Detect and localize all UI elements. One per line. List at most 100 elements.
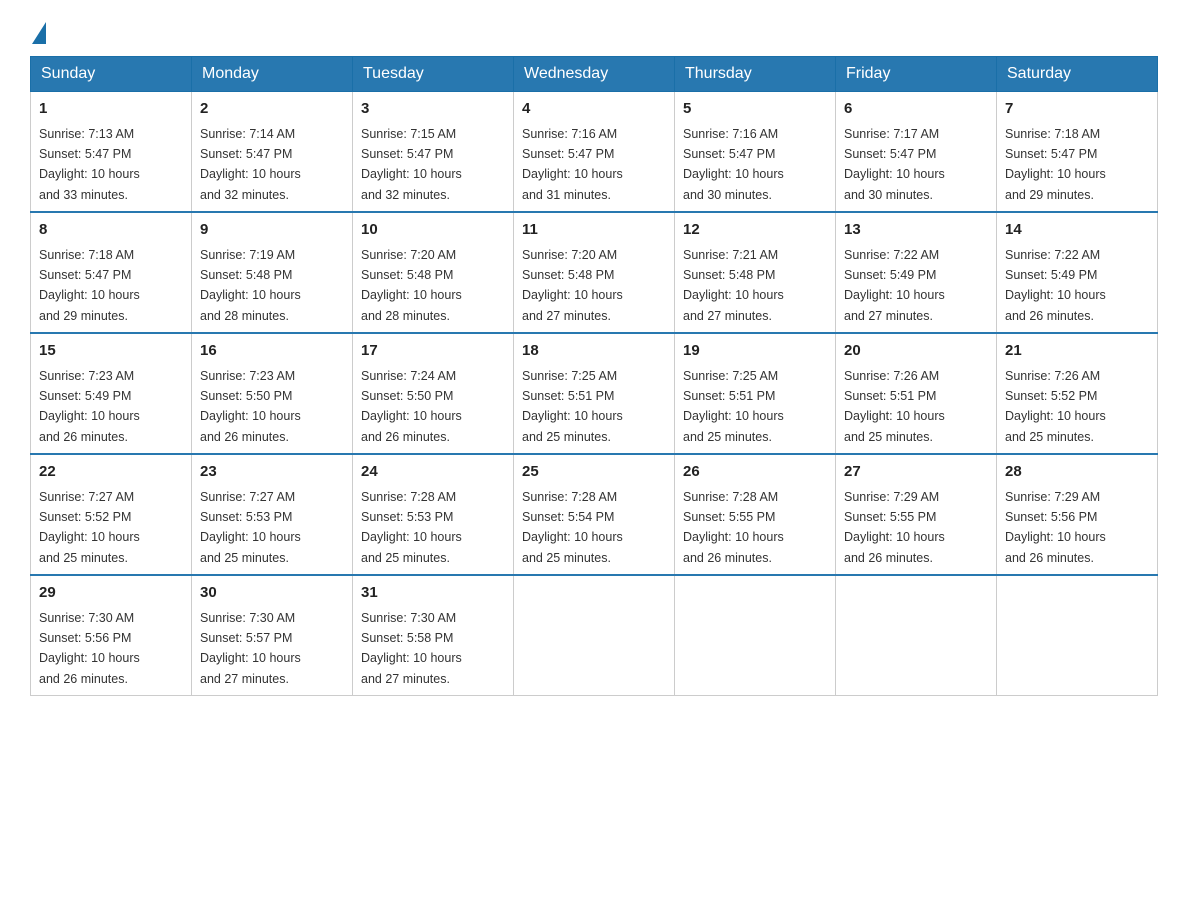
day-info: Sunrise: 7:20 AMSunset: 5:48 PMDaylight:… — [361, 248, 462, 323]
day-number: 27 — [844, 461, 988, 484]
day-number: 24 — [361, 461, 505, 484]
day-info: Sunrise: 7:27 AMSunset: 5:52 PMDaylight:… — [39, 490, 140, 565]
day-number: 14 — [1005, 219, 1149, 242]
calendar-cell: 3 Sunrise: 7:15 AMSunset: 5:47 PMDayligh… — [353, 92, 514, 213]
day-number: 9 — [200, 219, 344, 242]
day-info: Sunrise: 7:23 AMSunset: 5:49 PMDaylight:… — [39, 369, 140, 444]
calendar-cell: 5 Sunrise: 7:16 AMSunset: 5:47 PMDayligh… — [675, 92, 836, 213]
column-header-monday: Monday — [192, 57, 353, 92]
calendar-cell: 13 Sunrise: 7:22 AMSunset: 5:49 PMDaylig… — [836, 212, 997, 333]
column-header-friday: Friday — [836, 57, 997, 92]
calendar-cell: 15 Sunrise: 7:23 AMSunset: 5:49 PMDaylig… — [31, 333, 192, 454]
calendar-cell: 16 Sunrise: 7:23 AMSunset: 5:50 PMDaylig… — [192, 333, 353, 454]
calendar-week-row: 29 Sunrise: 7:30 AMSunset: 5:56 PMDaylig… — [31, 575, 1158, 696]
day-number: 29 — [39, 582, 183, 605]
day-info: Sunrise: 7:24 AMSunset: 5:50 PMDaylight:… — [361, 369, 462, 444]
calendar-cell — [997, 575, 1158, 696]
column-header-wednesday: Wednesday — [514, 57, 675, 92]
day-info: Sunrise: 7:28 AMSunset: 5:54 PMDaylight:… — [522, 490, 623, 565]
day-number: 18 — [522, 340, 666, 363]
calendar-header-row: SundayMondayTuesdayWednesdayThursdayFrid… — [31, 57, 1158, 92]
calendar-week-row: 22 Sunrise: 7:27 AMSunset: 5:52 PMDaylig… — [31, 454, 1158, 575]
day-info: Sunrise: 7:26 AMSunset: 5:51 PMDaylight:… — [844, 369, 945, 444]
calendar-cell: 19 Sunrise: 7:25 AMSunset: 5:51 PMDaylig… — [675, 333, 836, 454]
day-info: Sunrise: 7:25 AMSunset: 5:51 PMDaylight:… — [683, 369, 784, 444]
calendar-cell: 28 Sunrise: 7:29 AMSunset: 5:56 PMDaylig… — [997, 454, 1158, 575]
calendar-cell: 9 Sunrise: 7:19 AMSunset: 5:48 PMDayligh… — [192, 212, 353, 333]
calendar-cell: 25 Sunrise: 7:28 AMSunset: 5:54 PMDaylig… — [514, 454, 675, 575]
day-number: 19 — [683, 340, 827, 363]
day-number: 30 — [200, 582, 344, 605]
day-info: Sunrise: 7:21 AMSunset: 5:48 PMDaylight:… — [683, 248, 784, 323]
day-info: Sunrise: 7:25 AMSunset: 5:51 PMDaylight:… — [522, 369, 623, 444]
day-info: Sunrise: 7:26 AMSunset: 5:52 PMDaylight:… — [1005, 369, 1106, 444]
logo — [30, 20, 46, 40]
calendar-cell: 12 Sunrise: 7:21 AMSunset: 5:48 PMDaylig… — [675, 212, 836, 333]
day-number: 5 — [683, 98, 827, 121]
day-info: Sunrise: 7:30 AMSunset: 5:58 PMDaylight:… — [361, 611, 462, 686]
calendar-week-row: 15 Sunrise: 7:23 AMSunset: 5:49 PMDaylig… — [31, 333, 1158, 454]
day-info: Sunrise: 7:29 AMSunset: 5:55 PMDaylight:… — [844, 490, 945, 565]
day-number: 4 — [522, 98, 666, 121]
day-number: 22 — [39, 461, 183, 484]
day-number: 2 — [200, 98, 344, 121]
calendar-cell: 11 Sunrise: 7:20 AMSunset: 5:48 PMDaylig… — [514, 212, 675, 333]
calendar-cell: 8 Sunrise: 7:18 AMSunset: 5:47 PMDayligh… — [31, 212, 192, 333]
day-info: Sunrise: 7:28 AMSunset: 5:53 PMDaylight:… — [361, 490, 462, 565]
day-info: Sunrise: 7:22 AMSunset: 5:49 PMDaylight:… — [844, 248, 945, 323]
column-header-saturday: Saturday — [997, 57, 1158, 92]
calendar-cell: 30 Sunrise: 7:30 AMSunset: 5:57 PMDaylig… — [192, 575, 353, 696]
calendar-cell: 10 Sunrise: 7:20 AMSunset: 5:48 PMDaylig… — [353, 212, 514, 333]
calendar-cell: 14 Sunrise: 7:22 AMSunset: 5:49 PMDaylig… — [997, 212, 1158, 333]
calendar-table: SundayMondayTuesdayWednesdayThursdayFrid… — [30, 56, 1158, 696]
day-info: Sunrise: 7:14 AMSunset: 5:47 PMDaylight:… — [200, 127, 301, 202]
column-header-thursday: Thursday — [675, 57, 836, 92]
page-header — [30, 20, 1158, 40]
day-info: Sunrise: 7:19 AMSunset: 5:48 PMDaylight:… — [200, 248, 301, 323]
calendar-cell: 22 Sunrise: 7:27 AMSunset: 5:52 PMDaylig… — [31, 454, 192, 575]
day-number: 25 — [522, 461, 666, 484]
calendar-cell: 17 Sunrise: 7:24 AMSunset: 5:50 PMDaylig… — [353, 333, 514, 454]
calendar-cell: 2 Sunrise: 7:14 AMSunset: 5:47 PMDayligh… — [192, 92, 353, 213]
calendar-week-row: 8 Sunrise: 7:18 AMSunset: 5:47 PMDayligh… — [31, 212, 1158, 333]
calendar-cell: 31 Sunrise: 7:30 AMSunset: 5:58 PMDaylig… — [353, 575, 514, 696]
calendar-cell: 1 Sunrise: 7:13 AMSunset: 5:47 PMDayligh… — [31, 92, 192, 213]
day-info: Sunrise: 7:22 AMSunset: 5:49 PMDaylight:… — [1005, 248, 1106, 323]
day-number: 17 — [361, 340, 505, 363]
day-info: Sunrise: 7:29 AMSunset: 5:56 PMDaylight:… — [1005, 490, 1106, 565]
day-number: 12 — [683, 219, 827, 242]
day-number: 3 — [361, 98, 505, 121]
day-info: Sunrise: 7:18 AMSunset: 5:47 PMDaylight:… — [1005, 127, 1106, 202]
calendar-cell — [675, 575, 836, 696]
day-info: Sunrise: 7:16 AMSunset: 5:47 PMDaylight:… — [522, 127, 623, 202]
calendar-cell: 20 Sunrise: 7:26 AMSunset: 5:51 PMDaylig… — [836, 333, 997, 454]
day-info: Sunrise: 7:30 AMSunset: 5:56 PMDaylight:… — [39, 611, 140, 686]
column-header-tuesday: Tuesday — [353, 57, 514, 92]
day-info: Sunrise: 7:13 AMSunset: 5:47 PMDaylight:… — [39, 127, 140, 202]
calendar-cell: 7 Sunrise: 7:18 AMSunset: 5:47 PMDayligh… — [997, 92, 1158, 213]
day-number: 16 — [200, 340, 344, 363]
day-info: Sunrise: 7:23 AMSunset: 5:50 PMDaylight:… — [200, 369, 301, 444]
day-number: 13 — [844, 219, 988, 242]
calendar-cell — [514, 575, 675, 696]
calendar-cell: 6 Sunrise: 7:17 AMSunset: 5:47 PMDayligh… — [836, 92, 997, 213]
calendar-cell — [836, 575, 997, 696]
day-number: 10 — [361, 219, 505, 242]
logo-triangle-icon — [32, 22, 46, 44]
day-number: 31 — [361, 582, 505, 605]
day-info: Sunrise: 7:17 AMSunset: 5:47 PMDaylight:… — [844, 127, 945, 202]
calendar-cell: 21 Sunrise: 7:26 AMSunset: 5:52 PMDaylig… — [997, 333, 1158, 454]
day-info: Sunrise: 7:30 AMSunset: 5:57 PMDaylight:… — [200, 611, 301, 686]
day-info: Sunrise: 7:28 AMSunset: 5:55 PMDaylight:… — [683, 490, 784, 565]
day-number: 6 — [844, 98, 988, 121]
day-number: 28 — [1005, 461, 1149, 484]
day-number: 8 — [39, 219, 183, 242]
calendar-cell: 24 Sunrise: 7:28 AMSunset: 5:53 PMDaylig… — [353, 454, 514, 575]
calendar-cell: 29 Sunrise: 7:30 AMSunset: 5:56 PMDaylig… — [31, 575, 192, 696]
calendar-cell: 26 Sunrise: 7:28 AMSunset: 5:55 PMDaylig… — [675, 454, 836, 575]
day-number: 23 — [200, 461, 344, 484]
day-number: 15 — [39, 340, 183, 363]
day-info: Sunrise: 7:27 AMSunset: 5:53 PMDaylight:… — [200, 490, 301, 565]
day-number: 26 — [683, 461, 827, 484]
calendar-cell: 27 Sunrise: 7:29 AMSunset: 5:55 PMDaylig… — [836, 454, 997, 575]
